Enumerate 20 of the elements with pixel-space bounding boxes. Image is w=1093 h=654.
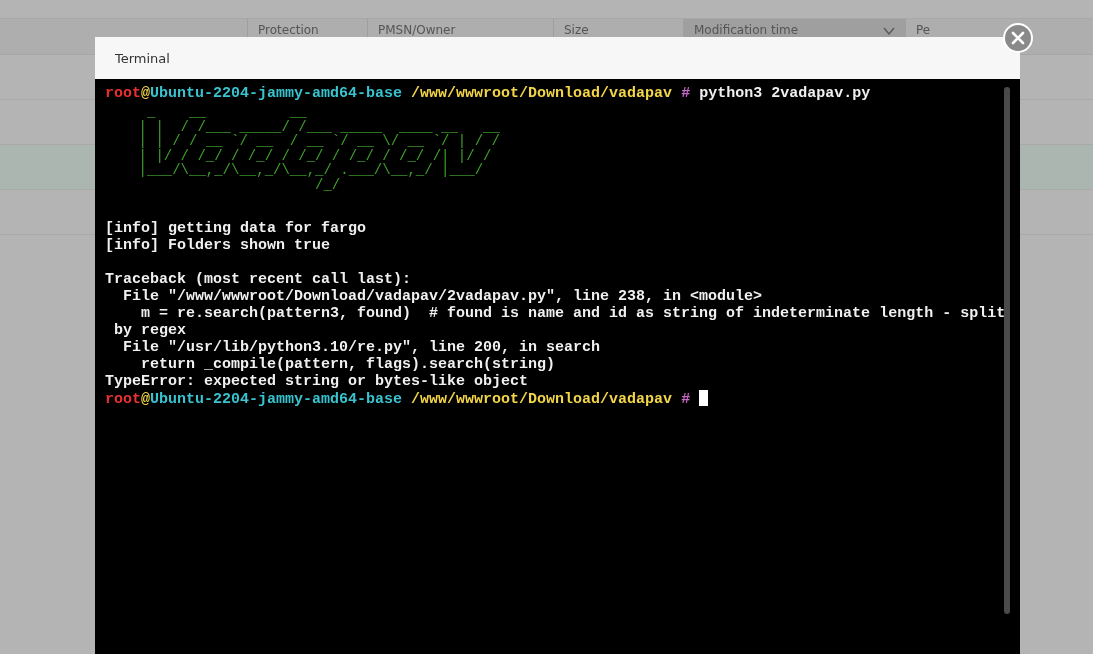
terminal-line: File "/www/wwwroot/Download/vadapav/2vadapav.py", line 238, in <module>	[122, 288, 763, 305]
terminal-line: TypeError: expected string or bytes-like object	[105, 373, 529, 390]
terminal-line: return _compile(pattern, flags).search(string)	[140, 356, 556, 373]
terminal-line: [info] Folders shown true	[105, 237, 331, 254]
window-title: Terminal	[95, 37, 1020, 79]
terminal-line: by regex	[113, 322, 186, 339]
close-icon	[1011, 31, 1025, 45]
column-header[interactable]: Protection	[258, 21, 319, 39]
terminal-line: [info] getting data for fargo	[105, 220, 367, 237]
ascii-art-title: _ __ __ | | / /___ _____/ /___ _____ ____ __ __ | | / / __ `/ __ / __ `/ __ \/ __ `/ | / / | |/ / /_/ / /_/ / /_/ / /_/ / /_/ /| |/ / |___/\__,_/\__,_/\__,_/ .___/\__,_/ |___/ /_/	[137, 105, 500, 192]
terminal-line: Traceback (most recent call last):	[105, 271, 412, 288]
chevron-down-icon[interactable]	[883, 27, 895, 35]
terminal-line: root@Ubuntu-2204-jammy-amd64-base /www/wwwroot/Download/vadapav #	[105, 391, 692, 408]
scrollbar[interactable]	[1004, 87, 1010, 614]
column-header[interactable]: Size	[564, 21, 589, 39]
column-header[interactable]: PMSN/Owner	[378, 21, 456, 39]
terminal-line: m = re.search(pattern3, found) # found is name and id as string of indeterminate length - split	[140, 305, 1006, 322]
column-header[interactable]: Pe	[916, 21, 931, 39]
terminal-line: root@Ubuntu-2204-jammy-amd64-base /www/wwwroot/Download/vadapav # python3 2vadapav.py	[105, 85, 871, 102]
terminal-line: File "/usr/lib/python3.10/re.py", line 200, in search	[122, 339, 601, 356]
